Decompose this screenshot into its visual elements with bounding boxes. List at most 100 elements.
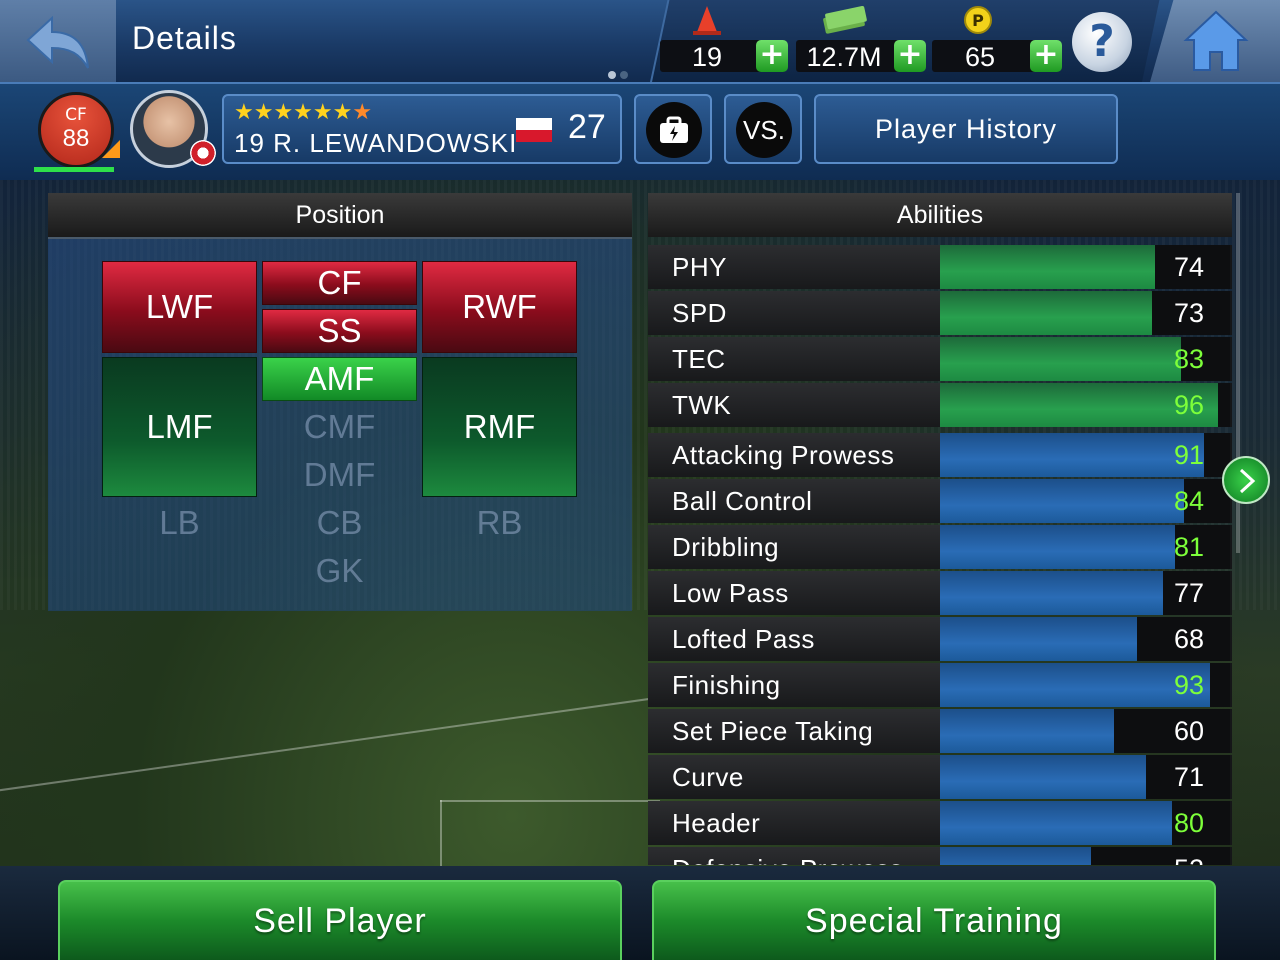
ability-bar-track: 83 (940, 337, 1230, 381)
ability-row: Attacking Prowess 91 (648, 433, 1232, 477)
back-button[interactable] (0, 0, 116, 82)
position-rmf: RMF (422, 357, 577, 497)
ability-label: TWK (648, 383, 940, 427)
ability-row: Dribbling 81 (648, 525, 1232, 569)
ability-bar-fill (940, 433, 1204, 477)
vs-label: VS. (736, 102, 792, 158)
player-position: CF (65, 105, 87, 125)
ability-bar-fill (940, 245, 1155, 289)
ability-bar-fill (940, 801, 1172, 845)
position-lmf: LMF (102, 357, 257, 497)
help-button[interactable]: ? (1072, 12, 1132, 72)
ability-bar-track: 93 (940, 663, 1230, 707)
position-cb: CB (316, 504, 363, 541)
ability-bar-fill (940, 663, 1210, 707)
versus-button[interactable]: VS. (724, 94, 802, 164)
ability-row: Low Pass 77 (648, 571, 1232, 615)
abilities-panel[interactable]: Abilities PHY 74 SPD 73 TEC 83 TWK 96 Attacking … (648, 193, 1232, 865)
page-title: Details (132, 20, 237, 56)
nationality-flag (516, 118, 552, 142)
position-rating-badge: CF 88 (38, 92, 114, 168)
ability-row: SPD 73 (648, 291, 1232, 335)
ability-value: 93 (1173, 670, 1204, 700)
ability-value: 80 (1173, 808, 1204, 838)
ability-value: 91 (1173, 440, 1204, 470)
stamina-value: 19 (691, 42, 723, 72)
ability-bar-track: 80 (940, 801, 1230, 845)
position-amf: AMF (262, 357, 417, 401)
ability-bar-track: 81 (940, 525, 1230, 569)
scout-button[interactable] (634, 94, 712, 164)
back-arrow-icon (26, 15, 89, 69)
ability-value: 52 (1174, 847, 1204, 865)
bottom-bar: Sell Player Special Training (0, 866, 1280, 960)
home-button[interactable] (1150, 0, 1280, 82)
ability-label: SPD (648, 291, 940, 335)
position-gk: GK (315, 552, 364, 589)
position-lwf: LWF (102, 261, 257, 353)
ability-bar-fill (940, 709, 1114, 753)
ability-label: Header (648, 801, 940, 845)
position-lb: LB (159, 504, 200, 541)
ability-bar-track: 60 (940, 709, 1230, 753)
abilities-list[interactable]: PHY 74 SPD 73 TEC 83 TWK 96 Attacking Prowess 91 B… (648, 245, 1232, 865)
abilities-panel-title: Abilities (648, 193, 1232, 237)
cash-icon (823, 5, 867, 34)
scout-bag-icon (660, 116, 688, 143)
position-cf: CF (262, 261, 417, 305)
ability-bar-fill (940, 525, 1175, 569)
svg-text:P: P (972, 11, 984, 30)
ability-value: 60 (1173, 716, 1204, 746)
ability-bar-track: 68 (940, 617, 1230, 661)
ability-row: Set Piece Taking 60 (648, 709, 1232, 753)
ability-bar-fill (940, 337, 1181, 381)
next-page-button[interactable] (1222, 456, 1270, 504)
ability-label: Curve (648, 755, 940, 799)
ability-bar-fill (940, 847, 1091, 865)
ability-bar-fill (940, 755, 1146, 799)
ability-value: 74 (1173, 252, 1204, 282)
special-training-button[interactable]: Special Training (652, 880, 1216, 960)
ability-row: TEC 83 (648, 337, 1232, 381)
ability-bar-fill (940, 617, 1137, 661)
position-dmf: DMF (303, 456, 376, 493)
gp-counter: 12.7M + (796, 40, 926, 72)
home-icon (1183, 10, 1249, 71)
position-rb: RB (476, 504, 523, 541)
ability-value: 73 (1173, 298, 1204, 328)
coin-icon: P (964, 6, 992, 34)
add-gp-button[interactable]: + (894, 40, 926, 72)
ability-label: TEC (648, 337, 940, 381)
stamina-counter: 19 + (660, 40, 788, 72)
ability-row: PHY 74 (648, 245, 1232, 289)
ability-row: Defensive Prowess 52 (648, 847, 1232, 865)
ability-label: Ball Control (648, 479, 940, 523)
cone-icon (693, 6, 721, 35)
ability-bar-track: 73 (940, 291, 1230, 335)
ability-bar-track: 77 (940, 571, 1230, 615)
ability-label: PHY (648, 245, 940, 289)
add-coins-button[interactable]: + (1030, 40, 1062, 72)
player-history-button[interactable]: Player History (814, 94, 1118, 164)
ability-bar-track: 91 (940, 433, 1230, 477)
ability-bar-track: 52 (940, 847, 1230, 865)
club-logo (190, 140, 216, 166)
player-age: 27 (568, 108, 606, 146)
sell-player-button[interactable]: Sell Player (58, 880, 622, 960)
ability-value: 83 (1173, 344, 1204, 374)
ability-label: Attacking Prowess (648, 433, 940, 477)
player-rating: 88 (62, 125, 90, 152)
ability-label: Set Piece Taking (648, 709, 940, 753)
ability-row: TWK 96 (648, 383, 1232, 427)
ability-label: Defensive Prowess (648, 847, 940, 865)
ability-row: Finishing 93 (648, 663, 1232, 707)
player-name: 19 R. LEWANDOWSKI (234, 128, 518, 158)
add-stamina-button[interactable]: + (756, 40, 788, 72)
player-name-card: ★★★★★★★ 19 R. LEWANDOWSKI 27 (222, 94, 622, 164)
ability-label: Low Pass (648, 571, 940, 615)
position-ss: SS (262, 309, 417, 353)
ability-bar-fill (940, 571, 1163, 615)
ability-value: 71 (1173, 762, 1204, 792)
help-icon: ? (1089, 16, 1115, 67)
ability-bar-fill (940, 291, 1152, 335)
